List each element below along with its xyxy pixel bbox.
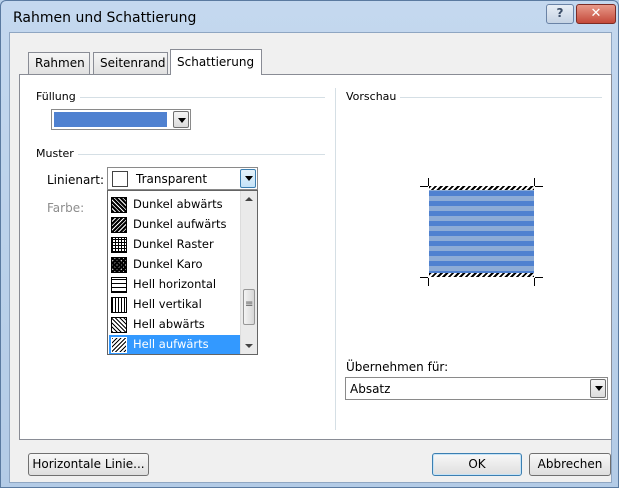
list-item[interactable]: Dunkel aufwärts [109,215,240,234]
scroll-up-icon[interactable] [245,197,253,201]
pattern-group-line [36,154,325,155]
list-item[interactable]: Dunkel Raster [109,235,240,254]
dark-grid-pattern-icon [111,237,127,253]
pattern-list-scrollbar[interactable] [240,191,257,354]
pattern-color-label: Farbe: [47,201,85,215]
help-button[interactable]: ? [546,4,574,24]
chevron-down-icon[interactable] [173,111,189,128]
list-item-selected[interactable]: Hell aufwärts [109,335,240,354]
chevron-down-icon[interactable] [240,169,256,188]
transparent-pattern-icon [112,171,128,187]
scrollbar-thumb[interactable] [243,289,255,325]
pattern-group-title: Muster [36,147,78,160]
pattern-dropdown-list[interactable]: Dunkel abwärts Dunkel aufwärts Dunkel Ra… [107,190,258,355]
preview-corner-mark [535,277,543,278]
light-vertical-pattern-icon [111,297,127,313]
close-button[interactable]: ✕ [576,4,616,24]
pattern-style-value: Transparent [136,172,208,186]
column-separator [335,88,336,430]
preview-group-title: Vorschau [346,90,401,103]
tab-schattierung[interactable]: Schattierung [170,49,262,75]
dark-down-diagonal-pattern-icon [111,197,127,213]
fill-color-dropdown[interactable] [51,109,191,130]
preview-corner-mark [534,278,535,286]
chevron-down-icon[interactable] [590,379,606,398]
light-horizontal-pattern-icon [111,277,127,293]
apply-to-dropdown[interactable]: Absatz [345,377,608,400]
list-item[interactable]: Hell vertikal [109,295,240,314]
light-down-diagonal-pattern-icon [111,317,127,333]
preview-hatch-top [429,186,534,190]
tab-seitenrand[interactable]: Seitenrand [93,52,168,74]
preview-shading-sample [429,186,534,277]
fill-color-swatch [54,112,167,127]
ok-button[interactable]: OK [432,453,522,476]
list-item[interactable]: Dunkel abwärts [109,195,240,214]
preview-corner-mark [534,178,535,186]
dialog-title: Rahmen und Schattierung [13,10,197,26]
preview-corner-mark [428,278,429,286]
preview-corner-mark [428,178,429,186]
fill-group-title: Füllung [36,90,80,103]
cancel-button[interactable]: Abbrechen [529,453,611,476]
preview-corner-mark [535,186,543,187]
light-up-diagonal-pattern-icon [111,337,127,353]
list-item[interactable]: Dunkel Karo [109,255,240,274]
tab-rahmen[interactable]: Rahmen [28,52,90,74]
pattern-style-label: Linienart: [47,173,104,187]
preview-corner-mark [420,186,428,187]
preview-corner-mark [420,277,428,278]
preview-hatch-bottom [429,273,534,277]
horizontal-line-button[interactable]: Horizontale Linie... [28,453,149,476]
pattern-style-dropdown[interactable]: Transparent [107,167,258,190]
dark-trellis-pattern-icon [111,257,127,273]
scroll-down-icon[interactable] [245,344,253,348]
apply-to-label: Übernehmen für: [346,360,449,374]
list-item[interactable]: Hell abwärts [109,315,240,334]
apply-to-value: Absatz [350,382,391,396]
dark-up-diagonal-pattern-icon [111,217,127,233]
list-item[interactable]: Hell horizontal [109,275,240,294]
